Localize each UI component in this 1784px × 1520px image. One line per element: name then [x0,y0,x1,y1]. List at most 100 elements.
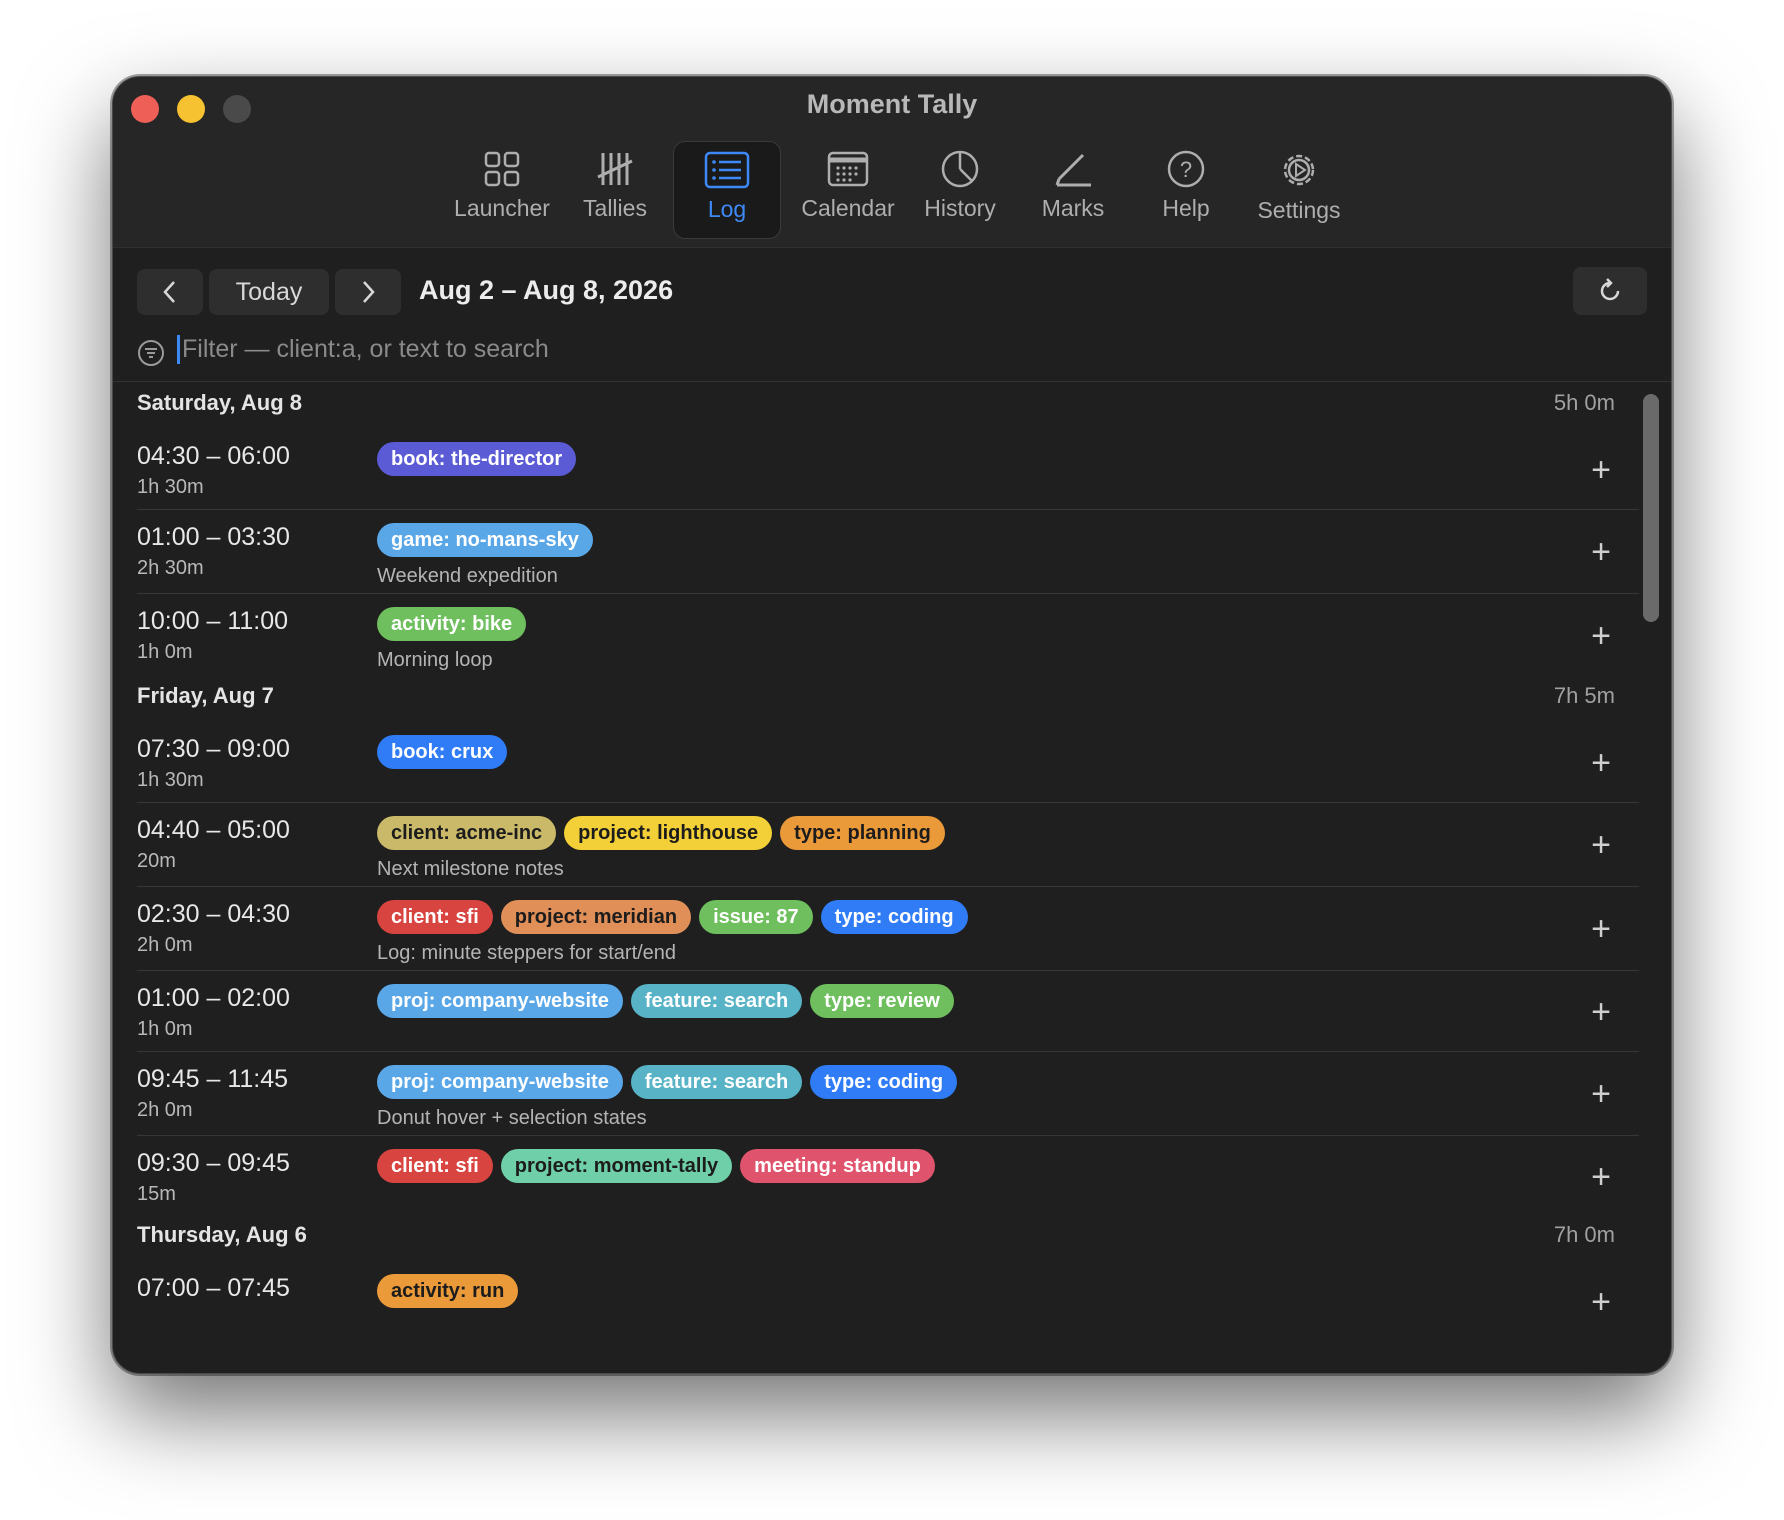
day-header: Friday, Aug 7 7h 5m [137,683,1615,723]
next-week-button[interactable] [335,269,401,315]
tag-chip[interactable]: project: meridian [500,900,692,934]
grid-icon [484,151,520,187]
entry-note: Next milestone notes [377,858,564,880]
add-entry-plus-icon[interactable]: + [1583,995,1619,1031]
entry-time-range: 09:30 – 09:45 [137,1149,290,1177]
tag-chip[interactable]: book: crux [377,735,508,769]
entry-time-range: 10:00 – 11:00 [137,607,289,635]
log-entry[interactable]: 01:00 – 03:30 2h 30m game: no-mans-sky Week… [137,513,1639,594]
entry-tags: proj: company-website feature: search type… [377,984,954,1018]
entry-tags: book: the-director [377,442,577,476]
tag-chip[interactable]: feature: search [630,984,803,1018]
chevron-right-icon [363,281,375,303]
tab-help[interactable]: ? Help [1131,141,1241,237]
previous-week-button[interactable] [137,269,203,315]
tag-chip[interactable]: project: moment-tally [500,1149,733,1183]
day-total: 7h 5m [1553,683,1615,708]
entry-tags: proj: company-website feature: search type… [377,1065,958,1099]
add-entry-plus-icon[interactable]: + [1583,912,1619,948]
today-button[interactable]: Today [209,269,329,315]
entry-time-range: 09:45 – 11:45 [137,1065,289,1093]
tab-calendar[interactable]: Calendar [788,141,908,237]
log-entry[interactable]: 09:45 – 11:45 2h 0m proj: company-website f… [137,1055,1639,1136]
app-window: Moment Tally Launcher Tallies Log Calend… [112,76,1672,1374]
main-toolbar: Launcher Tallies Log Calendar History Ma… [113,141,1671,239]
entry-time-range: 07:00 – 07:45 [137,1274,290,1302]
pencil-icon [1055,153,1091,187]
entry-duration: 1h 0m [137,641,193,663]
entry-duration: 2h 30m [137,557,204,579]
svg-text:?: ? [1180,157,1192,182]
tag-chip[interactable]: client: sfi [377,1149,493,1183]
tag-chip[interactable]: client: acme-inc [377,816,557,850]
entry-duration: 15m [137,1183,176,1205]
tab-log[interactable]: Log [673,141,781,239]
tag-chip[interactable]: activity: bike [377,607,527,641]
tab-tallies[interactable]: Tallies [560,141,670,237]
entry-time-range: 04:40 – 05:00 [137,816,290,844]
log-entry[interactable]: 07:30 – 09:00 1h 30m book: crux + [137,725,1639,803]
tag-chip[interactable]: type: review [810,984,954,1018]
log-entry[interactable]: 09:30 – 09:45 15m client: sfi project: mome… [137,1139,1639,1216]
add-entry-plus-icon[interactable]: + [1583,1077,1619,1113]
tag-chip[interactable]: proj: company-website [377,984,623,1018]
log-entry[interactable]: 10:00 – 11:00 1h 0m activity: bike Morning … [137,597,1639,677]
tab-launcher[interactable]: Launcher [447,141,557,237]
log-list[interactable]: Saturday, Aug 8 5h 0m 04:30 – 06:00 1h 30m b… [113,381,1671,1373]
entry-duration: 1h 0m [137,1018,193,1040]
day-total: 5h 0m [1553,390,1615,415]
log-entry[interactable]: 04:40 – 05:00 20m client: acme-inc project:… [137,806,1639,887]
tab-settings[interactable]: Settings [1244,141,1354,237]
log-entry[interactable]: 01:00 – 02:00 1h 0m proj: company-website f… [137,974,1639,1052]
tag-chip[interactable]: feature: search [630,1065,803,1099]
tab-marks[interactable]: Marks [1018,141,1128,237]
scrollbar[interactable] [1643,394,1659,622]
date-navigation: Today Aug 2 – Aug 8, 2026 [137,267,1647,317]
titlebar: Moment Tally Launcher Tallies Log Calend… [113,77,1671,248]
tag-chip[interactable]: client: sfi [377,900,493,934]
calendar-icon [827,151,869,187]
refresh-icon [1600,278,1620,301]
entry-tags: client: sfi project: moment-tally meeting:… [377,1149,935,1183]
entry-duration: 1h 30m [137,769,204,791]
entry-note: Donut hover + selection states [377,1107,647,1129]
day-label: Friday, Aug 7 [137,683,274,708]
day-header: Thursday, Aug 6 7h 0m [137,1222,1615,1262]
refresh-button[interactable] [1573,267,1647,315]
tab-tallies-label: Tallies [583,195,647,221]
tab-marks-label: Marks [1041,195,1105,221]
tag-chip[interactable]: meeting: standup [740,1149,935,1183]
tally-icon [597,153,633,185]
entry-time-range: 01:00 – 02:00 [137,984,290,1012]
entry-note: Weekend expedition [377,565,558,587]
tag-chip[interactable]: issue: 87 [699,900,813,934]
add-entry-plus-icon[interactable]: + [1583,453,1619,489]
entry-tags: game: no-mans-sky [377,523,593,557]
tag-chip[interactable]: game: no-mans-sky [377,523,593,557]
tag-chip[interactable]: activity: run [377,1274,519,1308]
tab-history[interactable]: History [905,141,1015,237]
entry-tags: activity: bike [377,607,527,641]
date-range-title: Aug 2 – Aug 8, 2026 [419,275,674,305]
entry-note: Morning loop [377,649,493,671]
question-icon: ? [1167,150,1205,188]
tag-chip[interactable]: type: coding [820,900,968,934]
filter-bar: Filter — client:a, or text to search [137,331,1647,373]
add-entry-plus-icon[interactable]: + [1583,535,1619,571]
tag-chip[interactable]: type: coding [810,1065,958,1099]
filter-input[interactable]: Filter — client:a, or text to search [177,335,549,364]
add-entry-plus-icon[interactable]: + [1583,828,1619,864]
tag-chip[interactable]: book: the-director [377,442,577,476]
add-entry-plus-icon[interactable]: + [1583,1160,1619,1196]
add-entry-plus-icon[interactable]: + [1583,746,1619,782]
tag-chip[interactable]: project: lighthouse [564,816,773,850]
add-entry-plus-icon[interactable]: + [1583,619,1619,655]
tag-chip[interactable]: proj: company-website [377,1065,623,1099]
log-entry[interactable]: 02:30 – 04:30 2h 0m client: sfi project: me… [137,890,1639,971]
add-entry-plus-icon[interactable]: + [1583,1285,1619,1321]
entry-duration: 1h 30m [137,476,204,498]
entry-tags: book: crux [377,735,508,769]
tag-chip[interactable]: type: planning [780,816,945,850]
log-entry[interactable]: 07:00 – 07:45 activity: run + [137,1264,1639,1341]
log-entry[interactable]: 04:30 – 06:00 1h 30m book: the-director + [137,432,1639,510]
